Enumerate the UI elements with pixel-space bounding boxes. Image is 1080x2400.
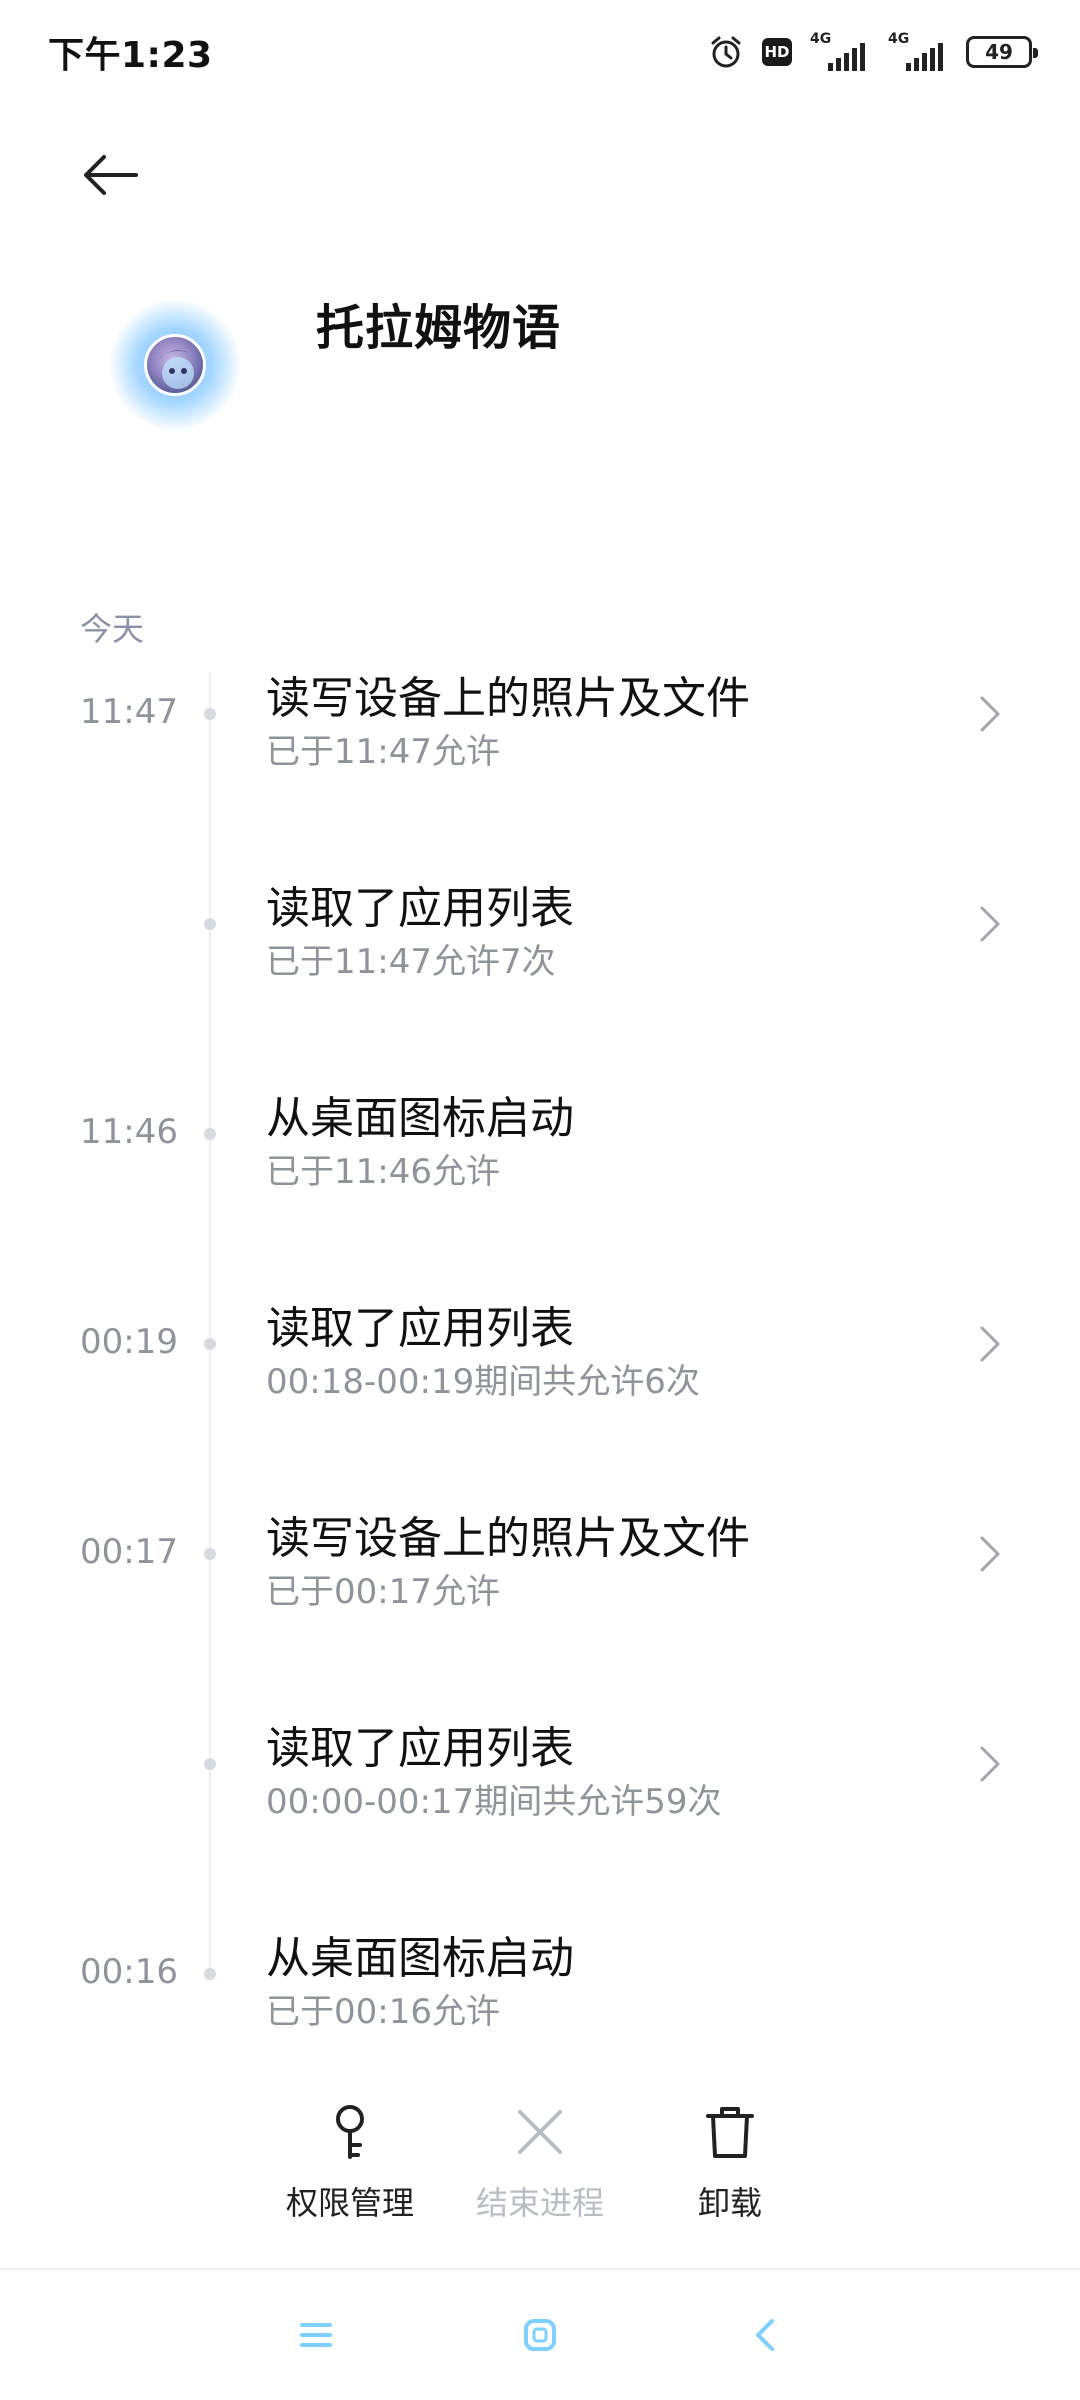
chevron-right-icon [970,684,1010,744]
entry-subtitle: 已于11:46允许 [266,1152,500,1192]
timeline-entry[interactable]: 读取了应用列表 00:00-00:17期间共允许59次 [0,1722,1080,1882]
entry-subtitle: 已于11:47允许 [266,732,500,772]
alarm-icon [708,34,744,70]
entry-title: 从桌面图标启动 [266,1933,574,1984]
chevron-right-icon [970,1314,1010,1374]
close-icon [508,2100,572,2164]
entry-title: 读取了应用列表 [266,1303,574,1354]
battery-level: 49 [985,40,1013,64]
timeline-dot [204,708,216,720]
end-process-button[interactable]: 结束进程 [450,2100,630,2240]
timeline-dot [204,918,216,930]
entry-time: 00:17 [80,1532,178,1572]
timeline-entry[interactable]: 11:46 从桌面图标启动 已于11:46允许 [0,1092,1080,1252]
uninstall-label: 卸载 [697,2184,762,2222]
entry-subtitle: 已于00:17允许 [266,1572,500,1612]
home-icon [524,2319,556,2351]
entry-time: 00:16 [80,1952,178,1992]
status-bar: 下午1:23 HD 4G 4G 49 [0,0,1080,100]
app-icon [144,334,206,396]
entry-time: 11:46 [80,1112,178,1152]
timeline-dot [204,1968,216,1980]
menu-button[interactable] [286,2305,346,2365]
entry-title: 读写设备上的照片及文件 [266,1513,750,1564]
app-icon-glow [110,300,240,430]
end-process-label: 结束进程 [475,2184,604,2222]
entry-subtitle: 已于00:16允许 [266,1992,500,2032]
timeline-entry[interactable]: 00:17 读写设备上的照片及文件 已于00:17允许 [0,1512,1080,1672]
trash-icon [698,2100,762,2164]
section-label-today: 今天 [80,610,145,648]
action-bar: 权限管理 结束进程 卸载 [0,2100,1080,2240]
home-button[interactable] [510,2305,570,2365]
app-name: 托拉姆物语 [316,300,562,356]
app-behavior-screen: 下午1:23 HD 4G 4G 49 托拉姆物语 今天 11:47 读写设备上的… [0,0,1080,2400]
entry-subtitle: 已于11:47允许7次 [266,942,556,982]
entry-time: 11:47 [80,692,178,732]
signal-4g-icon: 4G [810,31,870,71]
signal-4g-icon: 4G [888,31,948,71]
menu-icon [300,2323,332,2347]
entry-title: 读写设备上的照片及文件 [266,673,750,724]
timeline-dot [204,1128,216,1140]
navigation-bar [0,2270,1080,2400]
back-arrow-icon [84,155,138,195]
key-icon [318,2100,382,2164]
entry-subtitle: 00:00-00:17期间共允许59次 [266,1782,722,1822]
status-icons: HD 4G 4G 49 [708,30,1038,74]
chevron-right-icon [970,894,1010,954]
entry-title: 从桌面图标启动 [266,1093,574,1144]
timeline-entry[interactable]: 00:19 读取了应用列表 00:18-00:19期间共允许6次 [0,1302,1080,1462]
entry-title: 读取了应用列表 [266,883,574,934]
entry-time: 00:19 [80,1322,178,1362]
timeline-entry[interactable]: 读取了应用列表 已于11:47允许7次 [0,882,1080,1042]
nav-back-button[interactable] [734,2305,794,2365]
chevron-right-icon [970,1524,1010,1584]
battery-icon: 49 [966,36,1038,68]
nav-back-icon [756,2319,774,2351]
status-time: 下午1:23 [48,35,213,76]
permissions-button[interactable]: 权限管理 [260,2100,440,2240]
entry-subtitle: 00:18-00:19期间共允许6次 [266,1362,700,1402]
timeline-dot [204,1548,216,1560]
back-button[interactable] [70,140,150,210]
chevron-right-icon [970,1734,1010,1794]
timeline-dot [204,1338,216,1350]
timeline-entry[interactable]: 00:16 从桌面图标启动 已于00:16允许 [0,1932,1080,2092]
hd-icon: HD [762,38,792,66]
entry-title: 读取了应用列表 [266,1723,574,1774]
timeline-entry[interactable]: 11:47 读写设备上的照片及文件 已于11:47允许 [0,672,1080,832]
permissions-label: 权限管理 [285,2184,414,2222]
uninstall-button[interactable]: 卸载 [640,2100,820,2240]
timeline-dot [204,1758,216,1770]
